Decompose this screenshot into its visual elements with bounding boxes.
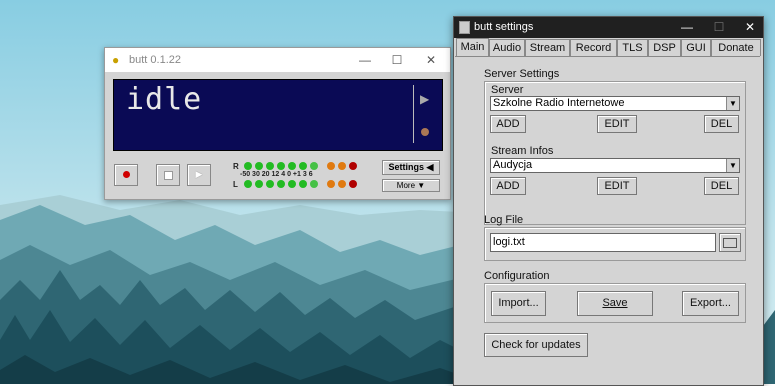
- settings-window: butt settings — ☐ ✕ Main Audio Stream Re…: [453, 16, 764, 386]
- settings-minimize-button[interactable]: —: [676, 19, 698, 36]
- server-settings-heading: Server Settings: [484, 68, 560, 80]
- server-label: Server: [491, 84, 524, 96]
- configuration-label: Configuration: [484, 270, 550, 282]
- log-file-browse-button[interactable]: [719, 233, 741, 252]
- vu-left-led: [255, 180, 263, 188]
- play-button[interactable]: ▶: [187, 164, 211, 186]
- log-file-label: Log File: [484, 214, 524, 226]
- vu-left-led: [244, 180, 252, 188]
- folder-icon: [723, 238, 737, 248]
- save-button[interactable]: Save: [577, 291, 653, 316]
- chevron-down-icon: ▼: [726, 159, 739, 172]
- record-icon: [122, 171, 130, 178]
- stop-button[interactable]: [156, 164, 180, 186]
- log-file-value: logi.txt: [493, 236, 525, 248]
- record-button[interactable]: [114, 164, 138, 186]
- butt-main-window: ● butt 0.1.22 — ☐ ✕ idle ▶ ▶ R L -50 30 …: [104, 47, 451, 200]
- play-icon: ▶: [195, 169, 203, 179]
- butt-app-icon: ●: [112, 53, 120, 67]
- settings-button[interactable]: Settings ◀: [382, 160, 440, 175]
- server-edit-button[interactable]: EDIT: [597, 115, 637, 133]
- more-button-label: More: [396, 181, 416, 190]
- vu-left-led: [288, 180, 296, 188]
- vu-left-led: [338, 180, 346, 188]
- vu-left-led: [310, 180, 318, 188]
- chevron-down-icon: ▼: [726, 97, 739, 110]
- check-for-updates-button[interactable]: Check for updates: [484, 333, 588, 357]
- vu-right-led: [327, 162, 335, 170]
- vu-right-label: R: [233, 162, 239, 171]
- vu-right-led: [338, 162, 346, 170]
- maximize-button[interactable]: ☐: [383, 51, 411, 69]
- stop-icon: [163, 171, 173, 180]
- record-indicator-icon: [421, 128, 429, 136]
- settings-maximize-button[interactable]: ☐: [708, 19, 730, 36]
- server-select-value: Szkolne Radio Internetowe: [493, 97, 625, 109]
- vu-right-led: [255, 162, 263, 170]
- settings-arrow-icon: ◀: [426, 162, 434, 172]
- vu-right-led: [244, 162, 252, 170]
- vu-left-led: [266, 180, 274, 188]
- status-text: idle: [126, 82, 203, 117]
- settings-window-title: butt settings: [474, 21, 534, 33]
- export-button[interactable]: Export...: [682, 291, 739, 316]
- vu-left-label: L: [233, 180, 238, 189]
- vu-right-led: [349, 162, 357, 170]
- vu-right-led: [299, 162, 307, 170]
- vu-left-led: [349, 180, 357, 188]
- stream-infos-del-button[interactable]: DEL: [704, 177, 739, 195]
- tab-donate[interactable]: Donate: [711, 39, 761, 56]
- tab-audio[interactable]: Audio: [489, 39, 525, 56]
- more-button[interactable]: More ▼: [382, 179, 440, 192]
- display-divider: [413, 85, 414, 143]
- settings-title-bar[interactable]: butt settings — ☐ ✕: [454, 17, 763, 38]
- more-arrow-icon: ▼: [417, 181, 426, 190]
- vu-right-led: [266, 162, 274, 170]
- tab-record[interactable]: Record: [570, 39, 617, 56]
- stream-infos-label: Stream Infos: [491, 145, 554, 157]
- vu-right-led: [288, 162, 296, 170]
- butt-title-bar[interactable]: ● butt 0.1.22 — ☐ ✕: [105, 48, 450, 72]
- tab-tls[interactable]: TLS: [617, 39, 648, 56]
- log-file-input[interactable]: logi.txt: [490, 233, 716, 252]
- server-select[interactable]: Szkolne Radio Internetowe ▼: [490, 96, 740, 111]
- settings-app-icon: [459, 21, 470, 34]
- settings-close-button[interactable]: ✕: [739, 19, 761, 36]
- stream-infos-select-value: Audycja: [493, 159, 533, 171]
- stream-infos-edit-button[interactable]: EDIT: [597, 177, 637, 195]
- tab-stream[interactable]: Stream: [525, 39, 570, 56]
- stream-infos-add-button[interactable]: ADD: [490, 177, 526, 195]
- vu-left-led: [277, 180, 285, 188]
- vu-left-led: [299, 180, 307, 188]
- vu-scale: -50 30 20 12 4 0 +1 3 6: [240, 171, 313, 178]
- stream-infos-select[interactable]: Audycja ▼: [490, 158, 740, 173]
- server-add-button[interactable]: ADD: [490, 115, 526, 133]
- tab-dsp[interactable]: DSP: [648, 39, 681, 56]
- vu-right-led: [277, 162, 285, 170]
- close-button[interactable]: ✕: [417, 51, 445, 69]
- import-button[interactable]: Import...: [491, 291, 546, 316]
- butt-window-title: butt 0.1.22: [129, 54, 181, 66]
- tab-main[interactable]: Main: [456, 38, 489, 57]
- server-del-button[interactable]: DEL: [704, 115, 739, 133]
- settings-button-label: Settings: [388, 162, 425, 172]
- vu-right-led: [310, 162, 318, 170]
- vu-left-led: [327, 180, 335, 188]
- status-display: idle ▶: [113, 79, 443, 151]
- tab-gui[interactable]: GUI: [681, 39, 711, 56]
- minimize-button[interactable]: —: [351, 51, 379, 69]
- play-indicator-icon: ▶: [420, 92, 430, 106]
